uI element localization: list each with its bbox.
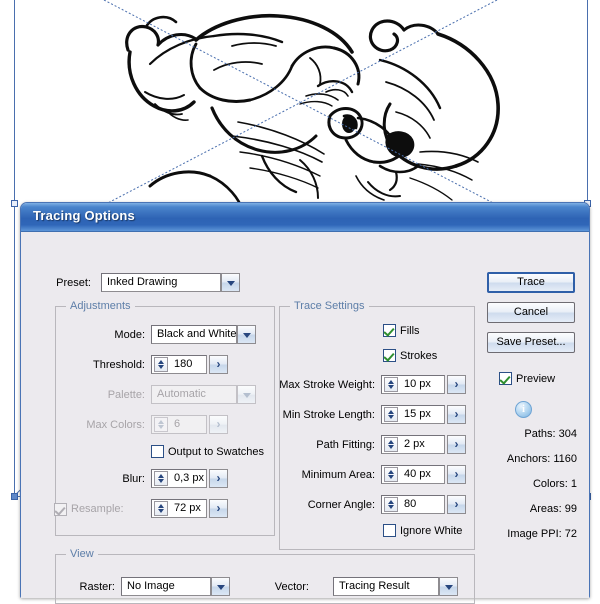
- stat-anchors: Anchors: 1160: [506, 453, 577, 465]
- vector-value: Tracing Result: [339, 580, 410, 592]
- output-to-swatches-checkbox[interactable]: [151, 445, 164, 458]
- max-stroke-weight-stepper-icon[interactable]: [384, 377, 398, 392]
- palette-dropdown: Automatic: [151, 385, 237, 404]
- resample-checkbox: [54, 503, 67, 516]
- raster-dropdown[interactable]: No Image: [121, 577, 211, 596]
- blur-stepper-icon[interactable]: [154, 471, 168, 486]
- preset-dropdown[interactable]: Inked Drawing: [101, 273, 221, 292]
- trace-button[interactable]: Trace: [487, 272, 575, 293]
- stat-paths: Paths: 304: [524, 428, 577, 440]
- minimum-area-input[interactable]: 40 px: [381, 465, 445, 484]
- max-colors-input: 6: [151, 415, 207, 434]
- mode-value: Black and White: [157, 328, 237, 340]
- max-colors-stepper-icon: [154, 417, 168, 432]
- stat-image-ppi: Image PPI: 72: [507, 528, 577, 540]
- stat-colors: Colors: 1: [532, 478, 577, 490]
- trace-settings-legend: Trace Settings: [290, 300, 369, 312]
- dialog-title: Tracing Options: [33, 208, 135, 223]
- selection-handle-bottom-left[interactable]: [11, 493, 18, 500]
- path-fitting-stepper-icon[interactable]: [384, 437, 398, 452]
- resample-input[interactable]: 72 px: [151, 499, 207, 518]
- path-fitting-label: Path Fitting:: [316, 439, 375, 451]
- selection-handle-top-left[interactable]: [11, 200, 18, 207]
- preset-label: Preset:: [56, 277, 91, 289]
- path-fitting-input[interactable]: 2 px: [381, 435, 445, 454]
- view-legend: View: [66, 548, 98, 560]
- minimum-area-stepper-icon[interactable]: [384, 467, 398, 482]
- max-colors-value: 6: [174, 418, 181, 430]
- mode-label: Mode:: [114, 329, 145, 341]
- blur-label: Blur:: [122, 473, 145, 485]
- resample-stepper-icon[interactable]: [154, 501, 168, 516]
- strokes-checkbox[interactable]: [383, 349, 396, 362]
- corner-angle-flyout-button[interactable]: ›: [447, 495, 466, 514]
- stat-areas: Areas: 99: [529, 503, 577, 515]
- threshold-stepper-icon[interactable]: [154, 357, 168, 372]
- raster-label: Raster:: [79, 581, 115, 593]
- min-stroke-length-value: 15 px: [404, 408, 431, 420]
- min-stroke-length-input[interactable]: 15 px: [381, 405, 445, 424]
- resample-label: Resample:: [71, 503, 124, 515]
- corner-angle-input[interactable]: 80: [381, 495, 445, 514]
- cancel-button[interactable]: Cancel: [487, 302, 575, 323]
- min-stroke-length-flyout-button[interactable]: ›: [447, 405, 466, 424]
- fills-label: Fills: [400, 325, 420, 337]
- minimum-area-label: Minimum Area:: [301, 469, 375, 481]
- raster-value: No Image: [127, 580, 175, 592]
- ignore-white-checkbox[interactable]: [383, 524, 396, 537]
- blur-flyout-button[interactable]: ›: [209, 469, 228, 488]
- trace-settings-group: Trace Settings: [279, 300, 475, 550]
- max-colors-flyout-button: ›: [209, 415, 228, 434]
- path-fitting-flyout-button[interactable]: ›: [447, 435, 466, 454]
- fills-checkbox[interactable]: [383, 324, 396, 337]
- strokes-label: Strokes: [400, 350, 438, 362]
- resample-value: 72 px: [174, 502, 201, 514]
- tracing-options-dialog: Tracing Options Preset: Inked Drawing Ad…: [20, 202, 590, 604]
- max-stroke-weight-flyout-button[interactable]: ›: [447, 375, 466, 394]
- threshold-label: Threshold:: [93, 359, 145, 371]
- raster-chevron-down-icon[interactable]: [211, 577, 230, 596]
- palette-chevron-down-icon: [237, 385, 256, 404]
- path-fitting-value: 2 px: [404, 438, 425, 450]
- max-colors-label: Max Colors:: [86, 419, 145, 431]
- corner-angle-stepper-icon[interactable]: [384, 497, 398, 512]
- output-to-swatches-label: Output to Swatches: [168, 446, 264, 458]
- dialog-titlebar[interactable]: Tracing Options: [21, 203, 589, 232]
- minimum-area-flyout-button[interactable]: ›: [447, 465, 466, 484]
- preview-checkbox[interactable]: [499, 372, 512, 385]
- corner-angle-value: 80: [404, 498, 417, 510]
- threshold-value: 180: [174, 358, 193, 370]
- preset-chevron-down-icon[interactable]: [221, 273, 240, 292]
- ignore-white-label: Ignore White: [400, 525, 463, 537]
- corner-angle-label: Corner Angle:: [307, 499, 375, 511]
- vector-chevron-down-icon[interactable]: [439, 577, 458, 596]
- min-stroke-length-stepper-icon[interactable]: [384, 407, 398, 422]
- resample-flyout-button[interactable]: ›: [209, 499, 228, 518]
- max-stroke-weight-label: Max Stroke Weight:: [279, 379, 375, 391]
- preview-label: Preview: [516, 373, 556, 385]
- blur-value: 0,3 px: [174, 472, 204, 484]
- palette-label: Palette:: [107, 389, 145, 401]
- min-stroke-length-label: Min Stroke Length:: [282, 409, 375, 421]
- mode-chevron-down-icon[interactable]: [237, 325, 256, 344]
- max-stroke-weight-value: 10 px: [404, 378, 431, 390]
- blur-input[interactable]: 0,3 px: [151, 469, 207, 488]
- vector-dropdown[interactable]: Tracing Result: [333, 577, 439, 596]
- threshold-input[interactable]: 180: [151, 355, 207, 374]
- threshold-flyout-button[interactable]: ›: [209, 355, 228, 374]
- preset-value: Inked Drawing: [107, 276, 178, 288]
- minimum-area-value: 40 px: [404, 468, 431, 480]
- mode-dropdown[interactable]: Black and White: [151, 325, 237, 344]
- dialog-body: Preset: Inked Drawing Adjustments Mode: …: [21, 232, 589, 604]
- save-preset-button[interactable]: Save Preset...: [487, 332, 575, 353]
- max-stroke-weight-input[interactable]: 10 px: [381, 375, 445, 394]
- adjustments-legend: Adjustments: [66, 300, 135, 312]
- info-icon[interactable]: [515, 401, 532, 418]
- palette-value: Automatic: [157, 388, 206, 400]
- vector-label: Vector:: [274, 581, 309, 593]
